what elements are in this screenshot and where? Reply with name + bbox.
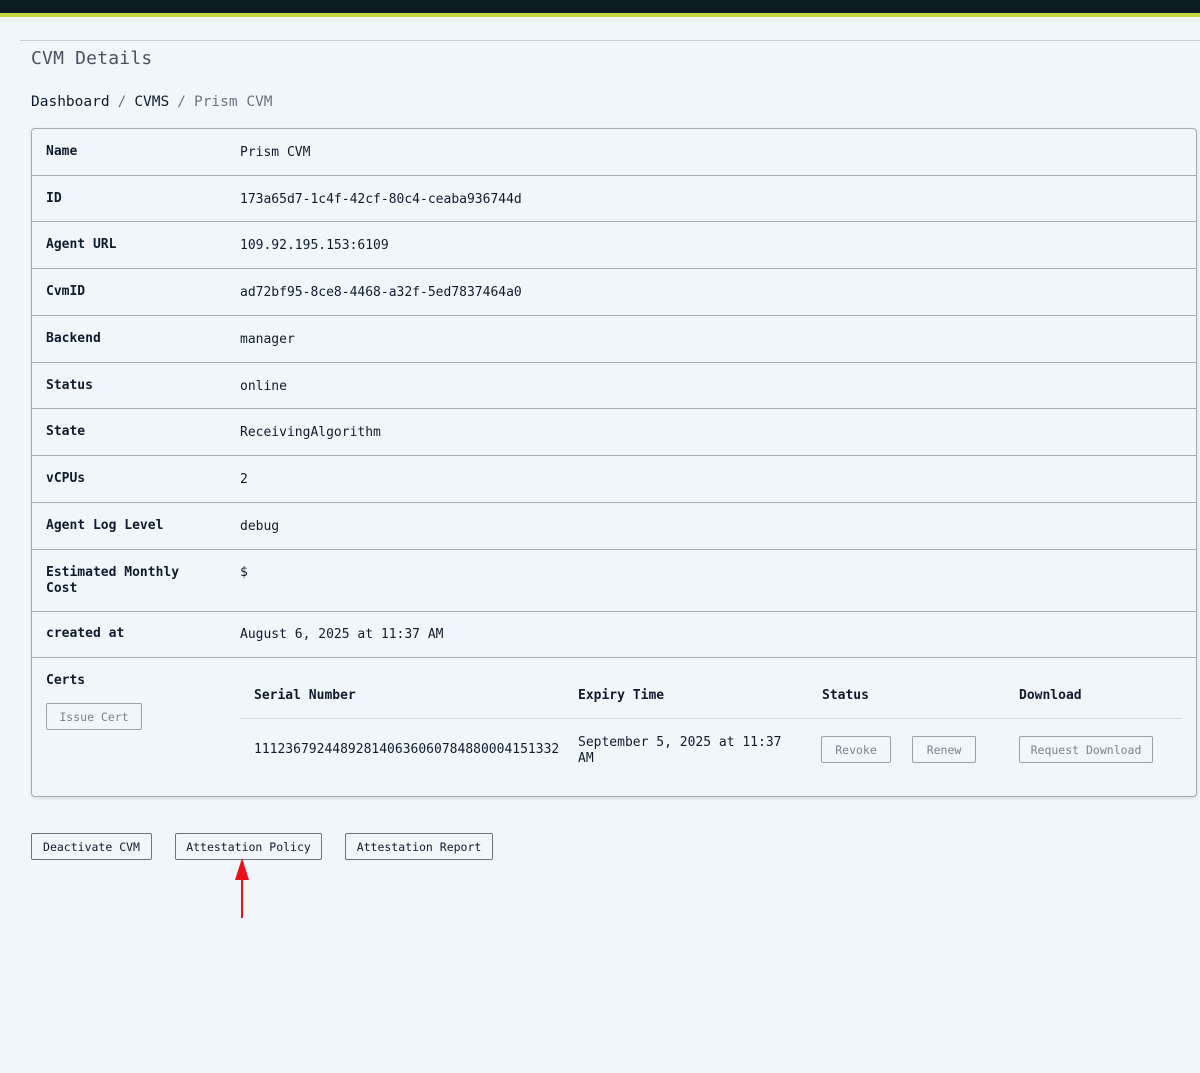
detail-label: Agent Log Level [46,518,164,533]
detail-row-agent-url: Agent URL 109.92.195.153:6109 [32,222,1196,269]
detail-value: 173a65d7-1c4f-42cf-80c4-ceaba936744d [240,192,522,207]
column-header-download: Download [1019,688,1082,703]
detail-row-certs: Certs Issue Cert Serial Number Expiry Ti… [32,658,1196,796]
annotation-arrow-icon [235,858,249,918]
revoke-button[interactable]: Revoke [821,736,891,763]
column-header-expiry: Expiry Time [578,688,665,703]
detail-value: manager [240,332,295,347]
top-bar-accent [0,13,1200,17]
detail-label: vCPUs [46,471,86,486]
attestation-policy-button[interactable]: Attestation Policy [175,833,322,860]
breadcrumb-cvms[interactable]: CVMS [134,94,169,110]
detail-label: Backend [46,331,101,346]
detail-label: ID [46,191,62,206]
detail-value: ReceivingAlgorithm [240,425,381,440]
column-header-status: Status [822,688,869,703]
certs-label: Certs [46,673,86,688]
detail-row-state: State ReceivingAlgorithm [32,409,1196,456]
detail-label: Name [46,144,78,159]
deactivate-cvm-button[interactable]: Deactivate CVM [31,833,152,860]
breadcrumb-separator: / [117,94,127,110]
detail-label: Status [46,378,93,393]
breadcrumb-separator: / [177,94,186,110]
detail-row-created-at: created at August 6, 2025 at 11:37 AM [32,612,1196,658]
detail-value: online [240,379,287,394]
breadcrumb-dashboard[interactable]: Dashboard [31,94,110,110]
page-title: CVM Details [31,48,153,69]
detail-value: 2 [240,472,248,487]
request-download-button[interactable]: Request Download [1019,736,1153,763]
detail-row-name: Name Prism CVM [32,129,1196,176]
breadcrumb-current: Prism CVM [193,94,273,110]
cert-serial: 111236792448928140636060784880004151332 [254,742,560,757]
detail-value: Prism CVM [240,145,311,160]
detail-label: State [46,424,86,439]
detail-label: Estimated Monthly Cost [46,565,180,596]
header-divider [20,40,1200,41]
detail-row-vcpus: vCPUs 2 [32,456,1196,503]
attestation-report-button[interactable]: Attestation Report [345,833,493,860]
detail-row-status: Status online [32,363,1196,409]
detail-value: ad72bf95-8ce8-4468-a32f-5ed7837464a0 [240,285,522,300]
detail-row-monthly-cost: Estimated Monthly Cost $ [32,550,1196,612]
column-header-serial: Serial Number [254,688,356,703]
detail-row-id: ID 173a65d7-1c4f-42cf-80c4-ceaba936744d [32,176,1196,222]
detail-label: CvmID [46,284,86,299]
certs-table-header: Serial Number Expiry Time Status Downloa… [240,688,1182,719]
detail-row-backend: Backend manager [32,316,1196,363]
detail-value: $ [240,565,248,580]
cert-expiry: September 5, 2025 at 11:37 AM [578,735,782,766]
detail-row-log-level: Agent Log Level debug [32,503,1196,550]
cvm-details-table: Name Prism CVM ID 173a65d7-1c4f-42cf-80c… [31,128,1197,797]
renew-button[interactable]: Renew [912,736,976,763]
detail-value: August 6, 2025 at 11:37 AM [240,627,444,642]
detail-value: debug [240,519,280,534]
issue-cert-button[interactable]: Issue Cert [46,703,142,730]
detail-value: 109.92.195.153:6109 [240,238,389,253]
breadcrumb: Dashboard / CVMS / Prism CVM [31,94,273,110]
top-bar [0,0,1200,13]
detail-row-cvmid: CvmID ad72bf95-8ce8-4468-a32f-5ed7837464… [32,269,1196,316]
detail-label: Agent URL [46,237,117,252]
detail-label: created at [46,626,125,641]
